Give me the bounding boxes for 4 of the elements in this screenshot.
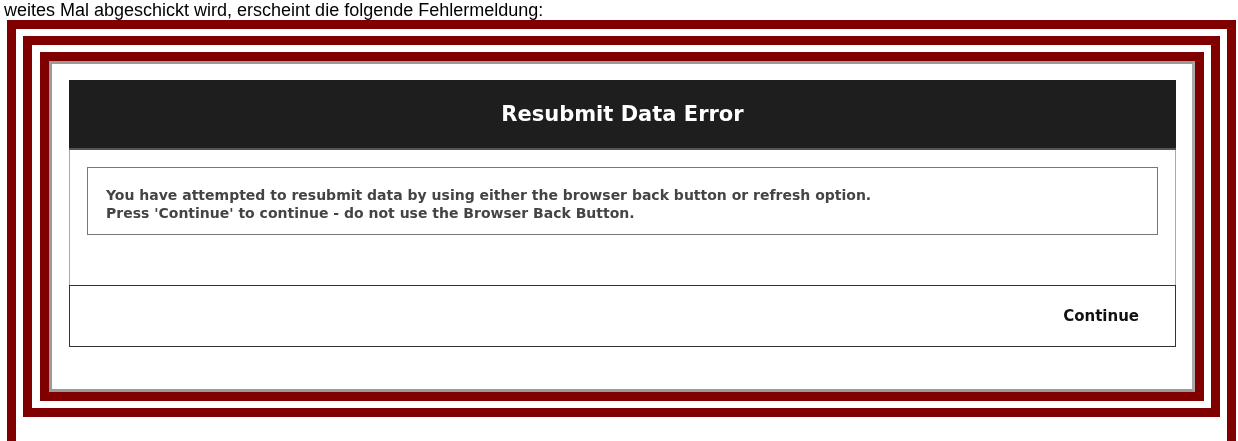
dialog-title: Resubmit Data Error — [501, 102, 744, 126]
caption-text: weites Mal abgeschickt wird, erscheint die folgende Fehlermeldung: — [3, 0, 545, 20]
message-text: You have attempted to resubmit data by using either the browser back button or refresh option. Press 'Continue' to continue - do not use the Browser Back Button. — [106, 186, 873, 222]
continue-button[interactable]: Continue — [1063, 307, 1139, 325]
